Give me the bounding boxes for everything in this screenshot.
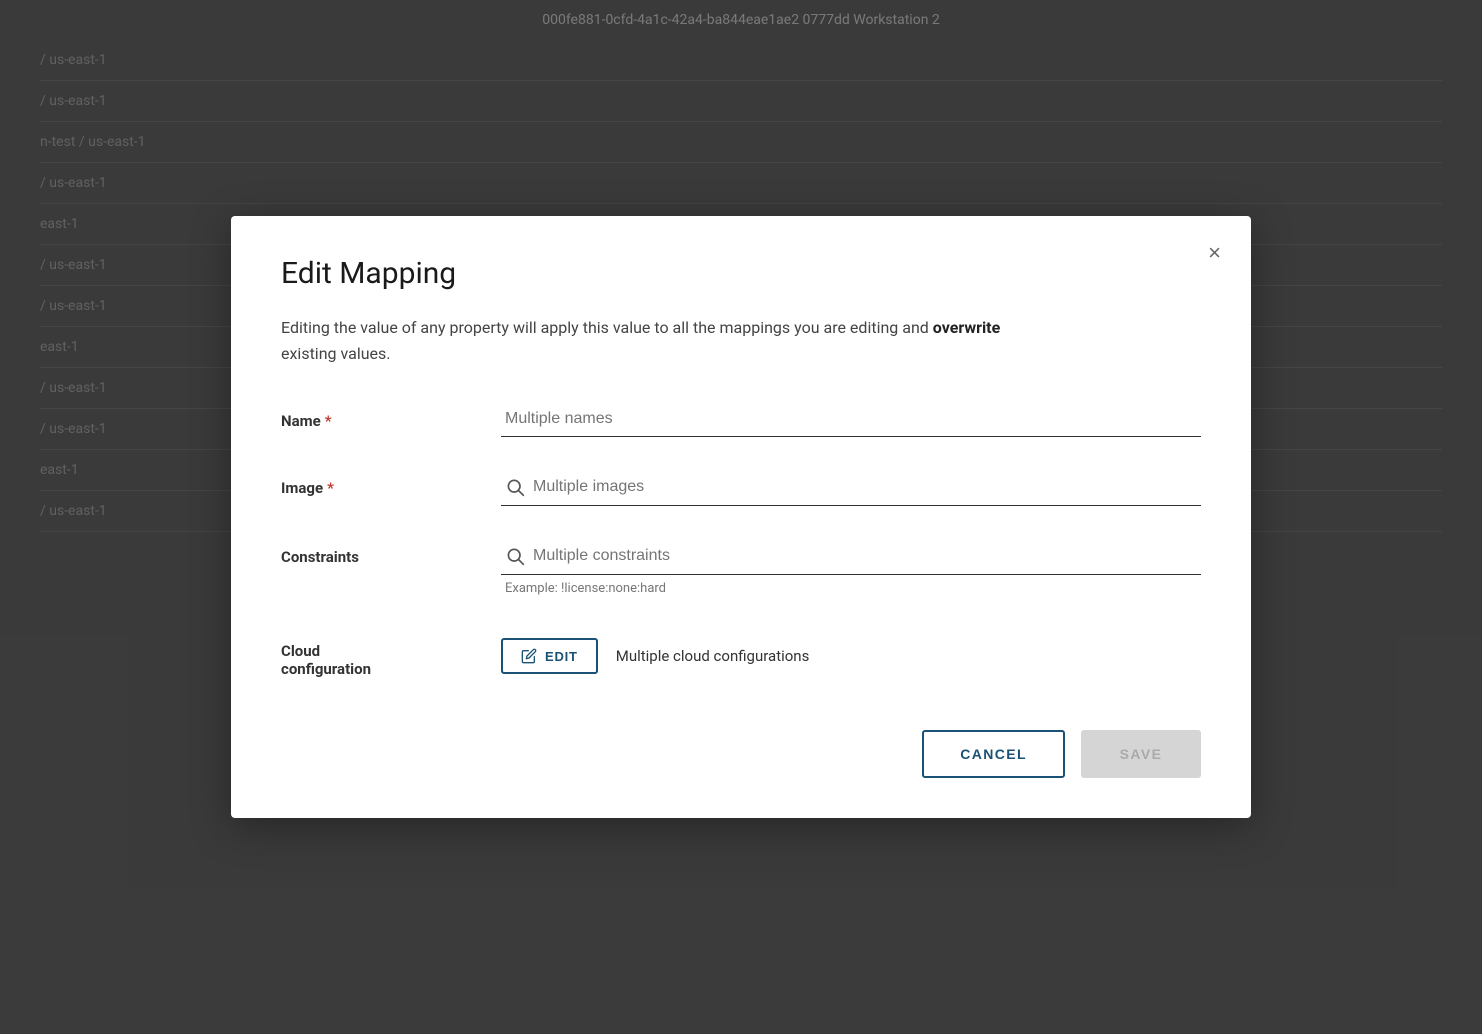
cloud-config-label: Cloud configuration xyxy=(281,628,501,678)
constraints-field-row: Constraints Example: !license:none:hard xyxy=(281,538,1201,596)
edit-mapping-modal: × Edit Mapping Editing the value of any … xyxy=(231,216,1251,818)
constraints-hint: Example: !license:none:hard xyxy=(501,581,1201,596)
image-required-star: * xyxy=(327,479,334,497)
constraints-label: Constraints xyxy=(281,538,501,566)
constraints-search-icon xyxy=(505,546,525,566)
save-button[interactable]: SAVE xyxy=(1081,730,1201,778)
constraints-input-wrapper xyxy=(501,538,1201,575)
name-field-row: Name* xyxy=(281,402,1201,437)
cancel-button[interactable]: CANCEL xyxy=(922,730,1065,778)
cloud-config-value-row: EDIT Multiple cloud configurations xyxy=(501,628,1201,674)
modal-footer: CANCEL SAVE xyxy=(281,710,1201,778)
description-bold: overwrite xyxy=(933,318,1000,337)
cloud-config-edit-button[interactable]: EDIT xyxy=(501,638,598,674)
pencil-icon xyxy=(521,648,537,664)
modal-description: Editing the value of any property will a… xyxy=(281,315,1041,366)
image-field-container xyxy=(501,469,1201,506)
name-input[interactable] xyxy=(501,402,1201,437)
name-required-star: * xyxy=(325,412,332,430)
cloud-config-field-container: EDIT Multiple cloud configurations xyxy=(501,628,1201,674)
constraints-field-container: Example: !license:none:hard xyxy=(501,538,1201,596)
name-label: Name* xyxy=(281,402,501,430)
constraints-input[interactable] xyxy=(533,547,1197,565)
cloud-config-row: Cloud configuration EDIT Multiple cloud … xyxy=(281,628,1201,678)
cloud-config-value-text: Multiple cloud configurations xyxy=(616,647,810,665)
image-field-row: Image* xyxy=(281,469,1201,506)
description-text-1: Editing the value of any property will a… xyxy=(281,318,933,337)
modal-title: Edit Mapping xyxy=(281,256,1201,291)
name-field-container xyxy=(501,402,1201,437)
image-input[interactable] xyxy=(533,478,1197,496)
image-label: Image* xyxy=(281,469,501,497)
image-search-icon xyxy=(505,477,525,497)
image-input-wrapper xyxy=(501,469,1201,506)
edit-button-label: EDIT xyxy=(545,649,578,664)
description-text-2: existing values. xyxy=(281,344,391,363)
modal-overlay: × Edit Mapping Editing the value of any … xyxy=(0,0,1482,1034)
close-button[interactable]: × xyxy=(1204,238,1225,268)
